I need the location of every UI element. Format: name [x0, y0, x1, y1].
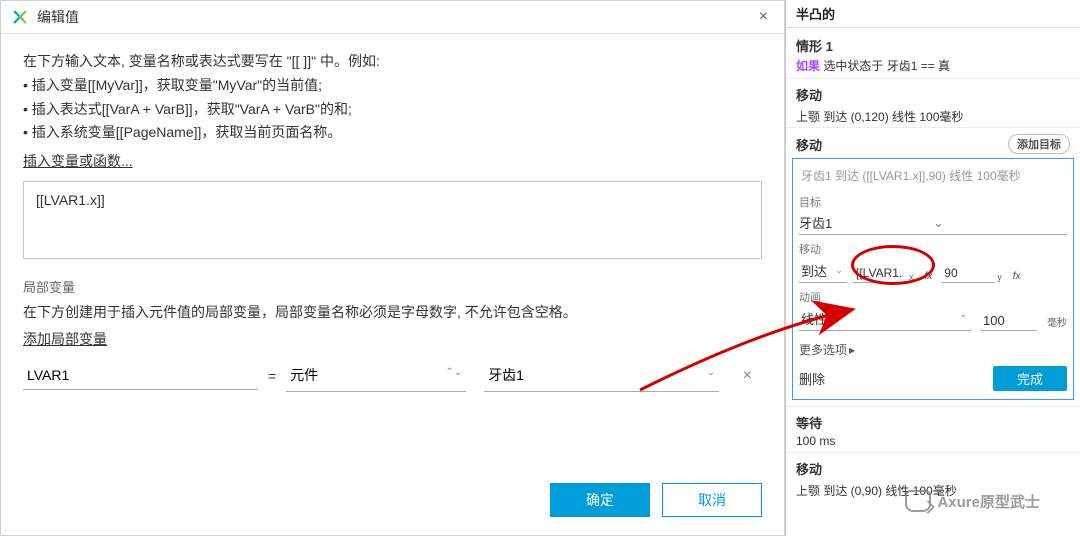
- x-value-field[interactable]: [[LVAR1. x: [853, 264, 916, 283]
- fx-x-button[interactable]: fx: [922, 271, 936, 283]
- insert-var-func-link[interactable]: 插入变量或函数...: [23, 151, 762, 171]
- chevron-down-icon: ⌄: [931, 215, 1067, 231]
- done-button[interactable]: 完成: [993, 366, 1067, 391]
- chevron-down-icon: ⌄: [833, 265, 845, 276]
- move-action-editor: 牙齿1 到达 ([[LVAR1.x]],90) 线性 100毫秒 目标 牙齿1⌄…: [792, 158, 1074, 400]
- anim-type-select[interactable]: 线性⌄: [799, 307, 971, 331]
- add-target-button[interactable]: 添加目标: [1008, 134, 1070, 154]
- watermark: Axure原型武士: [905, 490, 1040, 512]
- local-var-section-label: 局部变量: [23, 277, 762, 296]
- anim-duration-input[interactable]: 100: [981, 311, 1037, 331]
- panel-top-cut: 半凸的: [786, 0, 1080, 28]
- target-select[interactable]: 牙齿1⌄: [799, 211, 1067, 235]
- wechat-icon: [905, 490, 931, 512]
- intro-text: 在下方输入文本, 变量名称或表达式要写在 "[[ ]]" 中。例如: • 插入变…: [23, 50, 762, 145]
- action-move-header[interactable]: 移动: [786, 78, 1080, 106]
- dialog-titlebar: 编辑值 ×: [1, 1, 784, 34]
- action-move-header-3[interactable]: 移动: [786, 452, 1080, 480]
- action-move-header-2[interactable]: 移动 添加目标: [786, 127, 1080, 156]
- local-var-type-select[interactable]: 元件 ⌃⌄: [286, 359, 466, 392]
- case-condition: 如果 选中状态于 牙齿1 == 真: [796, 57, 1070, 74]
- y-value-field[interactable]: 90 y: [941, 264, 1004, 283]
- chevron-down-icon: ⌄: [957, 309, 969, 328]
- expression-input[interactable]: [[LVAR1.x]]: [23, 181, 762, 259]
- ok-button[interactable]: 确定: [550, 483, 650, 517]
- local-var-row: = 元件 ⌃⌄ 牙齿1 ⌄ ×: [23, 359, 762, 392]
- move-label: 移动: [799, 241, 1067, 257]
- wait-action-value: 100 ms: [786, 434, 1080, 452]
- delete-local-var-icon[interactable]: ×: [733, 367, 762, 385]
- local-var-desc: 在下方创建用于插入元件值的局部变量，局部变量名称必须是字母数字, 不允许包含空格…: [23, 302, 762, 323]
- more-options-toggle[interactable]: 更多选项▸: [799, 341, 1067, 358]
- wait-action-header[interactable]: 等待: [786, 406, 1080, 434]
- move-editor-summary: 牙齿1 到达 ([[LVAR1.x]],90) 线性 100毫秒: [799, 165, 1067, 188]
- close-icon[interactable]: ×: [753, 8, 774, 26]
- chevron-right-icon: ▸: [849, 343, 855, 357]
- cancel-button[interactable]: 取消: [662, 483, 762, 517]
- fx-y-button[interactable]: fx: [1010, 271, 1024, 283]
- add-local-var-link[interactable]: 添加局部变量: [23, 329, 762, 349]
- interaction-panel: 半凸的 情形 1 如果 选中状态于 牙齿1 == 真 移动 上颚 到达 (0,1…: [785, 0, 1080, 536]
- case-title: 情形 1: [796, 36, 1070, 55]
- local-var-name-input[interactable]: [23, 361, 258, 390]
- anim-unit-label: 毫秒: [1047, 314, 1067, 331]
- local-var-target-select[interactable]: 牙齿1 ⌄: [484, 359, 719, 392]
- equals-label: =: [258, 368, 286, 384]
- anim-label: 动画: [799, 289, 1067, 305]
- edit-value-dialog: 编辑值 × 在下方输入文本, 变量名称或表达式要写在 "[[ ]]" 中。例如:…: [0, 0, 785, 536]
- app-logo-icon: [11, 8, 29, 26]
- move-summary-1[interactable]: 上颚 到达 (0,120) 线性 100毫秒: [786, 106, 1080, 127]
- dialog-title: 编辑值: [37, 7, 79, 27]
- delete-action-button[interactable]: 删除: [799, 369, 825, 388]
- target-label: 目标: [799, 194, 1067, 210]
- move-type-select[interactable]: 到达⌄: [799, 259, 847, 283]
